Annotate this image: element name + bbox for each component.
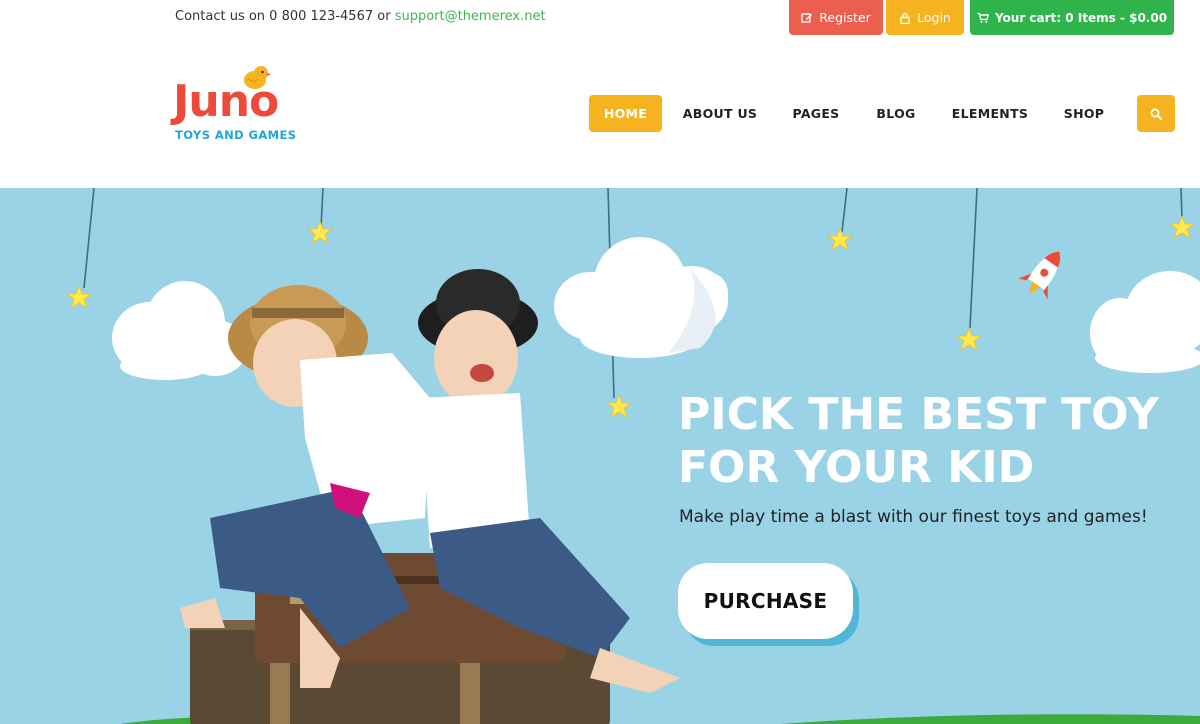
- login-label: Login: [917, 10, 951, 25]
- nav-item-home[interactable]: HOME: [589, 95, 662, 132]
- nav-item-blog[interactable]: BLOG: [872, 95, 920, 132]
- hero-headline: PICK THE BEST TOY FOR YOUR KID: [678, 388, 1178, 494]
- hero-headline-line-2: FOR YOUR KID: [678, 442, 1035, 493]
- support-email-link[interactable]: support@themerex.net: [395, 9, 546, 24]
- cart-button[interactable]: Your cart: 0 Items - $0.00: [970, 0, 1174, 35]
- edit-icon: [801, 12, 813, 23]
- contact-info: Contact us on 0 800 123-4567 or support@…: [175, 9, 546, 24]
- purchase-button[interactable]: PURCHASE: [678, 563, 853, 639]
- nav-item-shop[interactable]: SHOP: [1060, 95, 1108, 132]
- top-bar: Contact us on 0 800 123-4567 or support@…: [0, 0, 1200, 36]
- nav-item-about-us[interactable]: ABOUT US: [680, 95, 760, 132]
- site-header: Juno TOYS AND GAMES HOME ABOUT US PAGES …: [0, 36, 1200, 188]
- site-logo[interactable]: Juno TOYS AND GAMES: [173, 60, 303, 144]
- hero-headline-line-1: PICK THE BEST TOY: [678, 389, 1159, 440]
- login-button[interactable]: Login: [886, 0, 964, 35]
- lock-icon: [900, 12, 910, 24]
- hero-subtitle: Make play time a blast with our finest t…: [679, 507, 1148, 527]
- register-button[interactable]: Register: [789, 0, 883, 35]
- search-icon: [1150, 108, 1162, 120]
- contact-phone-text: Contact us on 0 800 123-4567 or: [175, 9, 395, 24]
- cart-icon: [977, 12, 989, 23]
- nav-item-pages[interactable]: PAGES: [790, 95, 842, 132]
- hero-banner: PICK THE BEST TOY FOR YOUR KID Make play…: [0, 188, 1200, 724]
- register-label: Register: [819, 10, 871, 25]
- logo-tagline: TOYS AND GAMES: [175, 128, 297, 142]
- logo-wordmark: Juno: [173, 76, 279, 127]
- search-button[interactable]: [1137, 95, 1175, 132]
- cart-label: Your cart: 0 Items - $0.00: [994, 10, 1168, 25]
- nav-item-elements[interactable]: ELEMENTS: [950, 95, 1030, 132]
